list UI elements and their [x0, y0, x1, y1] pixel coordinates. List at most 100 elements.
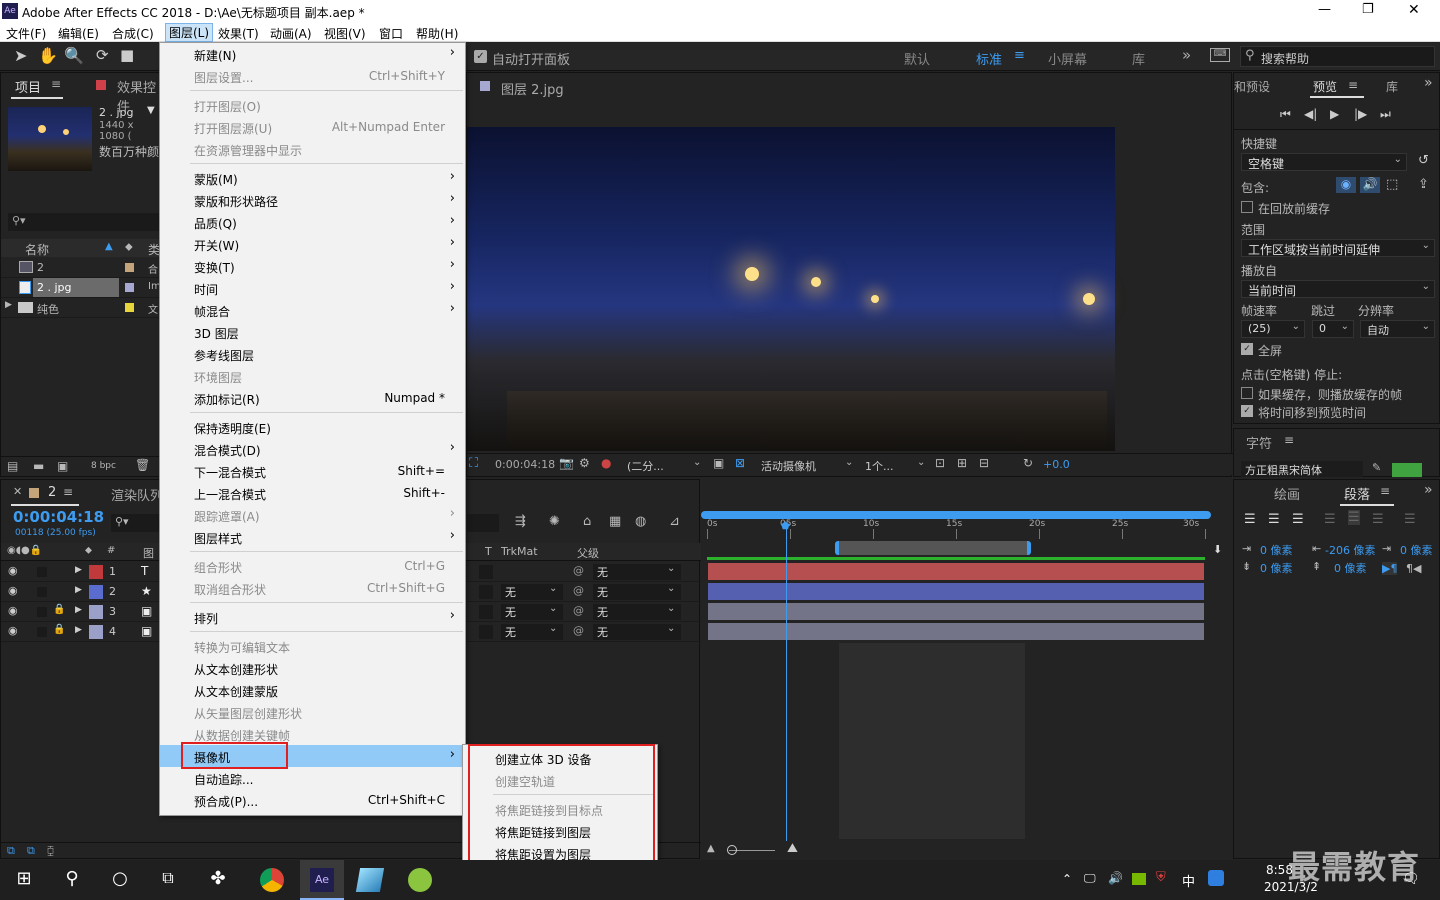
region-of-interest-icon[interactable]: ▣ [713, 456, 724, 470]
layer-menu-item[interactable]: 3D 图层 [160, 321, 465, 343]
menu-effect[interactable]: 效果(T) [218, 25, 259, 42]
eyedropper-icon[interactable]: ✎ [1372, 461, 1381, 474]
resolution-select[interactable]: 自动 ⌄ [1360, 320, 1435, 338]
layer-menu-item[interactable]: 下一混合模式 Shift+= [160, 460, 465, 482]
workspace-standard[interactable]: 标准 [976, 49, 1002, 68]
layer-menu-item[interactable]: 帧混合 › [160, 299, 465, 321]
ime-indicator[interactable]: 中 [1182, 871, 1195, 890]
project-item[interactable]: ▶ 纯色 文 [1, 298, 161, 318]
layer-menu-item[interactable]: 品质(Q) › [160, 211, 465, 233]
chevron-down-icon[interactable]: ⌄ [693, 457, 701, 468]
layer-menu-item[interactable]: 打开图层(O) [160, 94, 465, 116]
layer-menu-item[interactable]: 蒙版(M) › [160, 167, 465, 189]
layer-bar-3[interactable] [708, 603, 1204, 620]
space-before-value[interactable]: 0 像素 [1260, 560, 1293, 576]
workspace-more-icon[interactable]: » [1182, 46, 1191, 64]
space-after-value[interactable]: 0 像素 [1334, 560, 1367, 576]
align-left-icon[interactable]: ☰ [1244, 512, 1256, 527]
visibility-eye-icon[interactable]: ◉ [8, 564, 18, 577]
tab-preview[interactable]: 预览 [1313, 78, 1337, 95]
pick-whip-icon[interactable]: @ [573, 584, 584, 597]
next-frame-icon[interactable]: |▶ [1354, 107, 1367, 121]
label-swatch[interactable] [89, 585, 103, 599]
draft-3d-icon[interactable]: ✺ [549, 514, 560, 529]
font-select[interactable]: 方正粗黑宋简体 [1241, 461, 1363, 477]
label-swatch[interactable] [89, 625, 103, 639]
layer-menu-item[interactable]: 组合形状 Ctrl+G [160, 555, 465, 577]
views-dropdown[interactable]: 1个... [865, 458, 894, 474]
more-panels-icon[interactable]: » [1424, 75, 1433, 91]
justify-all-icon[interactable]: ☰ [1404, 512, 1416, 527]
col-name[interactable]: 名称 [25, 241, 49, 258]
bpc-label[interactable]: 8 bpc [91, 461, 116, 471]
new-folder-icon[interactable]: ▬ [33, 459, 44, 473]
exposure-value[interactable]: +0.0 [1043, 458, 1070, 471]
layer-menu-item[interactable]: 新建(N) › [160, 43, 465, 65]
zoom-range-bar[interactable] [835, 541, 1031, 555]
current-time[interactable]: 0:00:04:18 [13, 508, 104, 526]
cortana-icon[interactable]: ○ [108, 868, 132, 892]
layer-menu-item[interactable]: 取消组合形状 Ctrl+Shift+G [160, 577, 465, 599]
layer-menu-item[interactable]: 从矢量图层创建形状 [160, 701, 465, 723]
indent-left-value[interactable]: 0 像素 [1260, 542, 1293, 558]
zoom-tool-icon[interactable]: 🔍 [64, 46, 84, 65]
tab-layer[interactable]: 图层 2.jpg [501, 79, 564, 98]
layer-menu-item[interactable]: 从文本创建形状 [160, 657, 465, 679]
search-icon[interactable]: ⚲ [60, 868, 84, 892]
region-icon[interactable]: ⛶ [469, 456, 478, 471]
search-help-box[interactable]: ⚲ 搜索帮助 [1240, 46, 1435, 67]
export-icon[interactable]: ⇪ [1418, 177, 1429, 192]
solo-switch[interactable] [37, 587, 47, 597]
tab-paragraph[interactable]: 段落 [1344, 484, 1370, 503]
chevron-down-icon[interactable]: ⌄ [917, 457, 925, 468]
indent-right-value[interactable]: 0 像素 [1400, 542, 1433, 558]
tab-paint[interactable]: 绘画 [1274, 484, 1300, 503]
menu-view[interactable]: 视图(V) [324, 25, 366, 42]
channels-icon[interactable]: ● [601, 456, 611, 470]
trkmat-box[interactable] [479, 585, 493, 599]
range-select[interactable]: 工作区域按当前时间延伸 ⌄ [1241, 239, 1435, 257]
layer-menu-item[interactable]: 图层设置... Ctrl+Shift+Y [160, 65, 465, 87]
scroll-marker-icon[interactable]: ⬇ [1213, 543, 1222, 556]
paragraph-menu-icon[interactable]: ≡ [1380, 484, 1390, 498]
visibility-eye-icon[interactable]: ◉ [8, 584, 18, 597]
layer-menu-item[interactable]: 变换(T) › [160, 255, 465, 277]
playhead[interactable] [786, 523, 787, 841]
flowchart-icon[interactable]: ⊟ [979, 456, 989, 470]
modes-icon[interactable]: ⧉ [27, 844, 35, 858]
tab-comp[interactable]: 2 [48, 485, 56, 500]
qq-icon[interactable] [1208, 870, 1224, 886]
menu-anim[interactable]: 动画(A) [270, 25, 312, 42]
tab-project[interactable]: 项目 [15, 77, 41, 96]
layer-bar-2[interactable] [708, 583, 1204, 600]
justify-last-right-icon[interactable]: ☰ [1372, 512, 1384, 527]
layer-switches-icon[interactable]: ⧉ [7, 844, 15, 858]
ball-app-icon[interactable] [408, 868, 432, 892]
if-cache-checkbox[interactable] [1241, 387, 1253, 399]
layer-bar-1[interactable] [708, 563, 1204, 580]
workspace-small[interactable]: 小屏幕 [1048, 49, 1087, 68]
expand-arrow-icon[interactable]: ▶ [75, 565, 82, 575]
label-tag-icon[interactable]: ⬥ [125, 240, 133, 254]
layer-menu-item[interactable]: 上一混合模式 Shift+- [160, 482, 465, 504]
minimize-button[interactable]: — [1318, 2, 1331, 17]
sort-asc-icon[interactable]: ▲ [105, 241, 113, 252]
ae-taskbar-icon[interactable]: Ae [310, 868, 334, 892]
maximize-button[interactable]: ❐ [1362, 2, 1374, 17]
fill-color-swatch[interactable] [1392, 463, 1422, 477]
tray-expand-icon[interactable]: ⌃ [1062, 872, 1072, 886]
zoom-out-icon[interactable]: ▲ [707, 843, 715, 854]
timeline-menu-icon[interactable]: ≡ [63, 485, 73, 499]
layer-menu-item[interactable]: 转换为可编辑文本 [160, 635, 465, 657]
playhead-handle-icon[interactable]: ⬟ [781, 521, 790, 532]
layer-menu-item[interactable]: 跟踪遮罩(A) › [160, 504, 465, 526]
pick-whip-icon[interactable]: @ [573, 624, 584, 637]
resolution-dropdown[interactable]: (二分... [627, 458, 664, 474]
cache-before-checkbox[interactable] [1241, 201, 1253, 213]
project-item-selected[interactable]: 2 . jpg Im [1, 278, 161, 298]
menu-compose[interactable]: 合成(C) [112, 25, 154, 42]
ltr-direction-icon[interactable]: ▶¶ [1382, 562, 1398, 575]
keyboard-icon[interactable]: ⌨ [1210, 48, 1230, 62]
solo-switch[interactable] [37, 567, 47, 577]
camera-tool-icon[interactable]: ■ [120, 46, 134, 64]
